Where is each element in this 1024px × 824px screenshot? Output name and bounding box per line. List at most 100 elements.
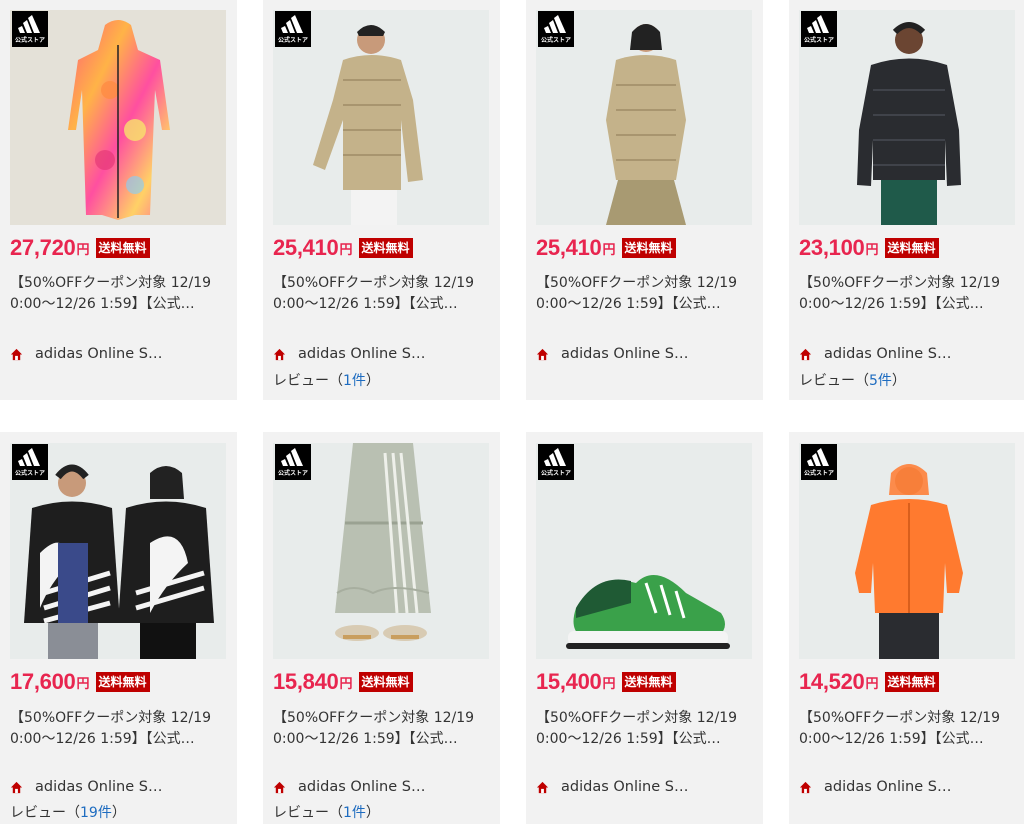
shop-home-icon bbox=[10, 348, 23, 360]
review-count-link[interactable]: 1件 bbox=[343, 373, 366, 389]
adidas-logo-icon bbox=[807, 15, 829, 33]
review-count-link[interactable]: 1件 bbox=[343, 805, 366, 821]
product-card[interactable]: 公式ストア 15,840 円 送料無料 【50%OFFクーポン対象 12/19 … bbox=[263, 432, 500, 824]
currency: 円 bbox=[602, 242, 616, 258]
shop-home-icon bbox=[799, 781, 812, 793]
shop-home-icon bbox=[273, 348, 286, 360]
free-shipping-badge: 送料無料 bbox=[884, 238, 939, 258]
shop-name: adidas Online S… bbox=[824, 779, 952, 795]
badge-text: 公式ストア bbox=[540, 470, 571, 477]
review-label: レビュー（ bbox=[273, 373, 343, 389]
currency: 円 bbox=[865, 242, 879, 258]
price: 23,100 bbox=[799, 235, 865, 260]
free-shipping-badge: 送料無料 bbox=[95, 238, 150, 258]
shop-home-icon bbox=[536, 348, 549, 360]
currency: 円 bbox=[339, 242, 353, 258]
adidas-logo-icon bbox=[18, 448, 40, 466]
product-image[interactable]: 公式ストア bbox=[536, 443, 752, 659]
shop-name: adidas Online S… bbox=[298, 779, 426, 795]
price: 25,410 bbox=[273, 235, 339, 260]
free-shipping-badge: 送料無料 bbox=[358, 672, 413, 692]
official-store-badge: 公式ストア bbox=[12, 444, 48, 480]
shop-link[interactable]: adidas Online S… bbox=[536, 346, 688, 362]
official-store-badge: 公式ストア bbox=[275, 444, 311, 480]
shop-link[interactable]: adidas Online S… bbox=[799, 779, 951, 795]
review-info: レビュー（5件） bbox=[799, 370, 906, 390]
shop-name: adidas Online S… bbox=[35, 779, 163, 795]
product-card[interactable]: 公式ストア 25,410 円 送料無料 【50%OFFクーポン対象 12/19 … bbox=[263, 0, 500, 400]
official-store-badge: 公式ストア bbox=[801, 444, 837, 480]
review-count-link[interactable]: 5件 bbox=[869, 373, 892, 389]
price: 25,410 bbox=[536, 235, 602, 260]
product-title[interactable]: 【50%OFFクーポン対象 12/19 0:00～12/26 1:59】【公式… bbox=[536, 273, 754, 315]
shop-name: adidas Online S… bbox=[561, 779, 689, 795]
product-card[interactable]: 公式ストア 15,400 円 送料無料 【50%OFFクーポン対象 12/19 … bbox=[526, 432, 763, 824]
shop-home-icon bbox=[799, 348, 812, 360]
price: 15,840 bbox=[273, 669, 339, 694]
shop-link[interactable]: adidas Online S… bbox=[10, 346, 162, 362]
review-close: ） bbox=[111, 805, 126, 821]
product-title[interactable]: 【50%OFFクーポン対象 12/19 0:00～12/26 1:59】【公式… bbox=[273, 273, 491, 315]
product-image[interactable]: 公式ストア bbox=[536, 10, 752, 225]
product-card[interactable]: 公式ストア 23,100 円 送料無料 【50%OFFクーポン対象 12/19 … bbox=[789, 0, 1024, 400]
badge-text: 公式ストア bbox=[277, 470, 308, 477]
review-info: レビュー（19件） bbox=[10, 802, 126, 822]
product-image[interactable]: 公式ストア bbox=[273, 443, 489, 659]
product-title[interactable]: 【50%OFFクーポン対象 12/19 0:00～12/26 1:59】【公式… bbox=[10, 708, 228, 750]
adidas-logo-icon bbox=[18, 15, 40, 33]
badge-text: 公式ストア bbox=[14, 37, 45, 44]
official-store-badge: 公式ストア bbox=[538, 11, 574, 47]
official-store-badge: 公式ストア bbox=[538, 444, 574, 480]
badge-text: 公式ストア bbox=[277, 37, 308, 44]
shop-home-icon bbox=[10, 781, 23, 793]
shop-home-icon bbox=[536, 781, 549, 793]
price: 15,400 bbox=[536, 669, 602, 694]
shop-link[interactable]: adidas Online S… bbox=[273, 346, 425, 362]
free-shipping-badge: 送料無料 bbox=[621, 238, 676, 258]
shop-link[interactable]: adidas Online S… bbox=[536, 779, 688, 795]
badge-text: 公式ストア bbox=[803, 37, 834, 44]
product-card[interactable]: 公式ストア 27,720 円 送料無料 【50%OFFクーポン対象 12/19 … bbox=[0, 0, 237, 400]
product-image[interactable]: 公式ストア bbox=[799, 443, 1015, 659]
shop-link[interactable]: adidas Online S… bbox=[10, 779, 162, 795]
free-shipping-badge: 送料無料 bbox=[621, 672, 676, 692]
shop-name: adidas Online S… bbox=[561, 346, 689, 362]
product-title[interactable]: 【50%OFFクーポン対象 12/19 0:00～12/26 1:59】【公式… bbox=[10, 273, 228, 315]
review-count-link[interactable]: 19件 bbox=[80, 805, 112, 821]
badge-text: 公式ストア bbox=[540, 37, 571, 44]
adidas-logo-icon bbox=[281, 448, 303, 466]
product-title[interactable]: 【50%OFFクーポン対象 12/19 0:00～12/26 1:59】【公式… bbox=[799, 708, 1017, 750]
review-info: レビュー（1件） bbox=[273, 802, 380, 822]
adidas-logo-icon bbox=[544, 448, 566, 466]
shop-link[interactable]: adidas Online S… bbox=[799, 346, 951, 362]
review-label: レビュー（ bbox=[10, 805, 80, 821]
product-image[interactable]: 公式ストア bbox=[273, 10, 489, 225]
product-card[interactable]: 公式ストア 14,520 円 送料無料 【50%OFFクーポン対象 12/19 … bbox=[789, 432, 1024, 824]
product-card[interactable]: 公式ストア 25,410 円 送料無料 【50%OFFクーポン対象 12/19 … bbox=[526, 0, 763, 400]
review-label: レビュー（ bbox=[799, 373, 869, 389]
currency: 円 bbox=[76, 676, 90, 692]
currency: 円 bbox=[602, 676, 616, 692]
review-close: ） bbox=[891, 373, 906, 389]
review-close: ） bbox=[365, 805, 380, 821]
product-image[interactable]: 公式ストア bbox=[10, 443, 226, 659]
shop-name: adidas Online S… bbox=[35, 346, 163, 362]
product-image[interactable]: 公式ストア bbox=[10, 10, 226, 225]
shop-name: adidas Online S… bbox=[824, 346, 952, 362]
adidas-logo-icon bbox=[281, 15, 303, 33]
product-card[interactable]: 公式ストア 17,600 円 送料無料 【50%OFFクーポン対象 12/19 … bbox=[0, 432, 237, 824]
shop-name: adidas Online S… bbox=[298, 346, 426, 362]
free-shipping-badge: 送料無料 bbox=[95, 672, 150, 692]
review-label: レビュー（ bbox=[273, 805, 343, 821]
product-image[interactable]: 公式ストア bbox=[799, 10, 1015, 225]
free-shipping-badge: 送料無料 bbox=[358, 238, 413, 258]
product-title[interactable]: 【50%OFFクーポン対象 12/19 0:00～12/26 1:59】【公式… bbox=[799, 273, 1017, 315]
adidas-logo-icon bbox=[807, 448, 829, 466]
official-store-badge: 公式ストア bbox=[801, 11, 837, 47]
product-title[interactable]: 【50%OFFクーポン対象 12/19 0:00～12/26 1:59】【公式… bbox=[273, 708, 491, 750]
review-info: レビュー（1件） bbox=[273, 370, 380, 390]
shop-link[interactable]: adidas Online S… bbox=[273, 779, 425, 795]
free-shipping-badge: 送料無料 bbox=[884, 672, 939, 692]
currency: 円 bbox=[76, 242, 90, 258]
product-title[interactable]: 【50%OFFクーポン対象 12/19 0:00～12/26 1:59】【公式… bbox=[536, 708, 754, 750]
